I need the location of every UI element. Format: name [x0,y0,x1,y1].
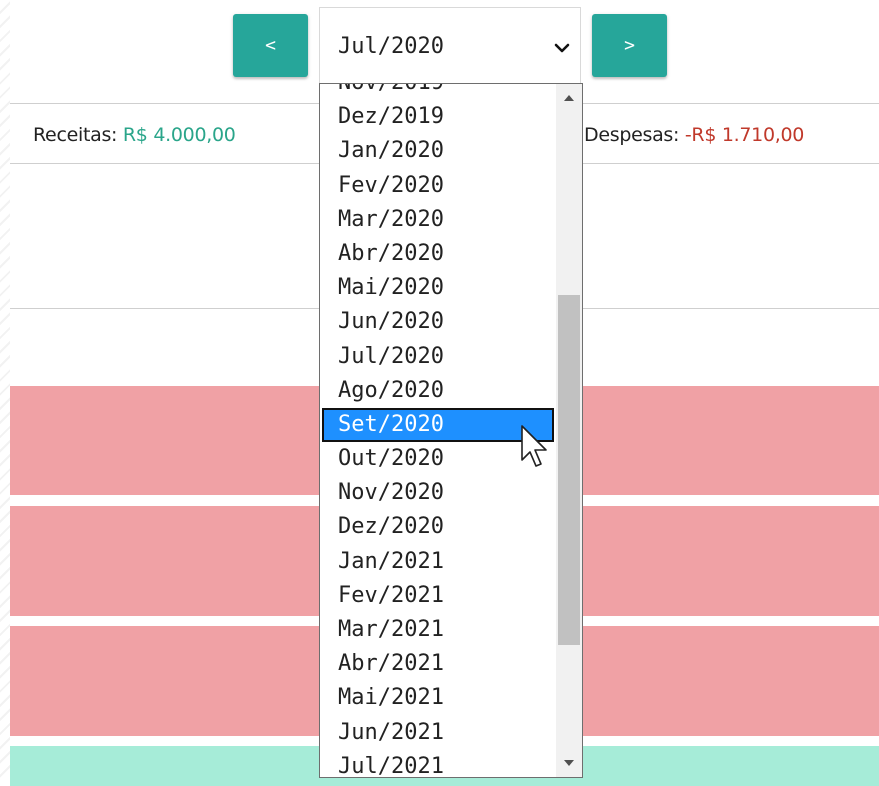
triangle-down-icon[interactable] [556,753,582,773]
month-option[interactable]: Ago/2020 [320,374,556,408]
dropdown-scrollbar[interactable] [556,84,582,777]
month-option[interactable]: Jul/2021 [320,750,556,777]
background-pattern [0,0,10,778]
month-option[interactable]: Jan/2021 [320,545,556,579]
month-option[interactable]: Jul/2020 [320,340,556,374]
despesas-label: Despesas: [584,124,680,146]
despesas-summary: Despesas: -R$ 1.710,00 [584,124,804,146]
month-option[interactable]: Jan/2020 [320,134,556,168]
triangle-up-icon[interactable] [556,88,582,108]
month-option[interactable]: Abr/2021 [320,647,556,681]
scrollbar-thumb[interactable] [558,295,580,645]
month-option[interactable]: Nov/2020 [320,476,556,510]
month-option[interactable]: Mar/2020 [320,203,556,237]
despesas-value: -R$ 1.710,00 [684,124,805,146]
month-option[interactable]: Dez/2020 [320,510,556,544]
chevron-down-icon [554,43,570,53]
month-option[interactable]: Set/2020 [322,407,554,443]
month-options: Nov/2019Dez/2019Jan/2020Fev/2020Mar/2020… [320,84,556,777]
receitas-value: R$ 4.000,00 [122,124,236,146]
month-option[interactable]: Abr/2020 [320,237,556,271]
month-select[interactable]: Jul/2020 [319,7,581,83]
next-month-label: > [624,35,635,56]
previous-month-button[interactable]: < [233,14,308,77]
month-select-value: Jul/2020 [338,34,444,59]
receitas-label: Receitas: [33,124,118,146]
month-dropdown-list[interactable]: Nov/2019Dez/2019Jan/2020Fev/2020Mar/2020… [319,83,583,778]
month-option[interactable]: Nov/2019 [320,84,556,100]
previous-month-label: < [265,35,276,56]
month-option[interactable]: Mar/2021 [320,613,556,647]
month-option[interactable]: Dez/2019 [320,100,556,134]
receitas-summary: Receitas: R$ 4.000,00 [33,124,236,146]
month-option[interactable]: Mai/2020 [320,271,556,305]
month-option[interactable]: Jun/2021 [320,716,556,750]
next-month-button[interactable]: > [592,14,667,77]
month-option[interactable]: Out/2020 [320,442,556,476]
month-option[interactable]: Jun/2020 [320,305,556,339]
month-option[interactable]: Mai/2021 [320,681,556,715]
month-option[interactable]: Fev/2020 [320,169,556,203]
month-option[interactable]: Fev/2021 [320,579,556,613]
